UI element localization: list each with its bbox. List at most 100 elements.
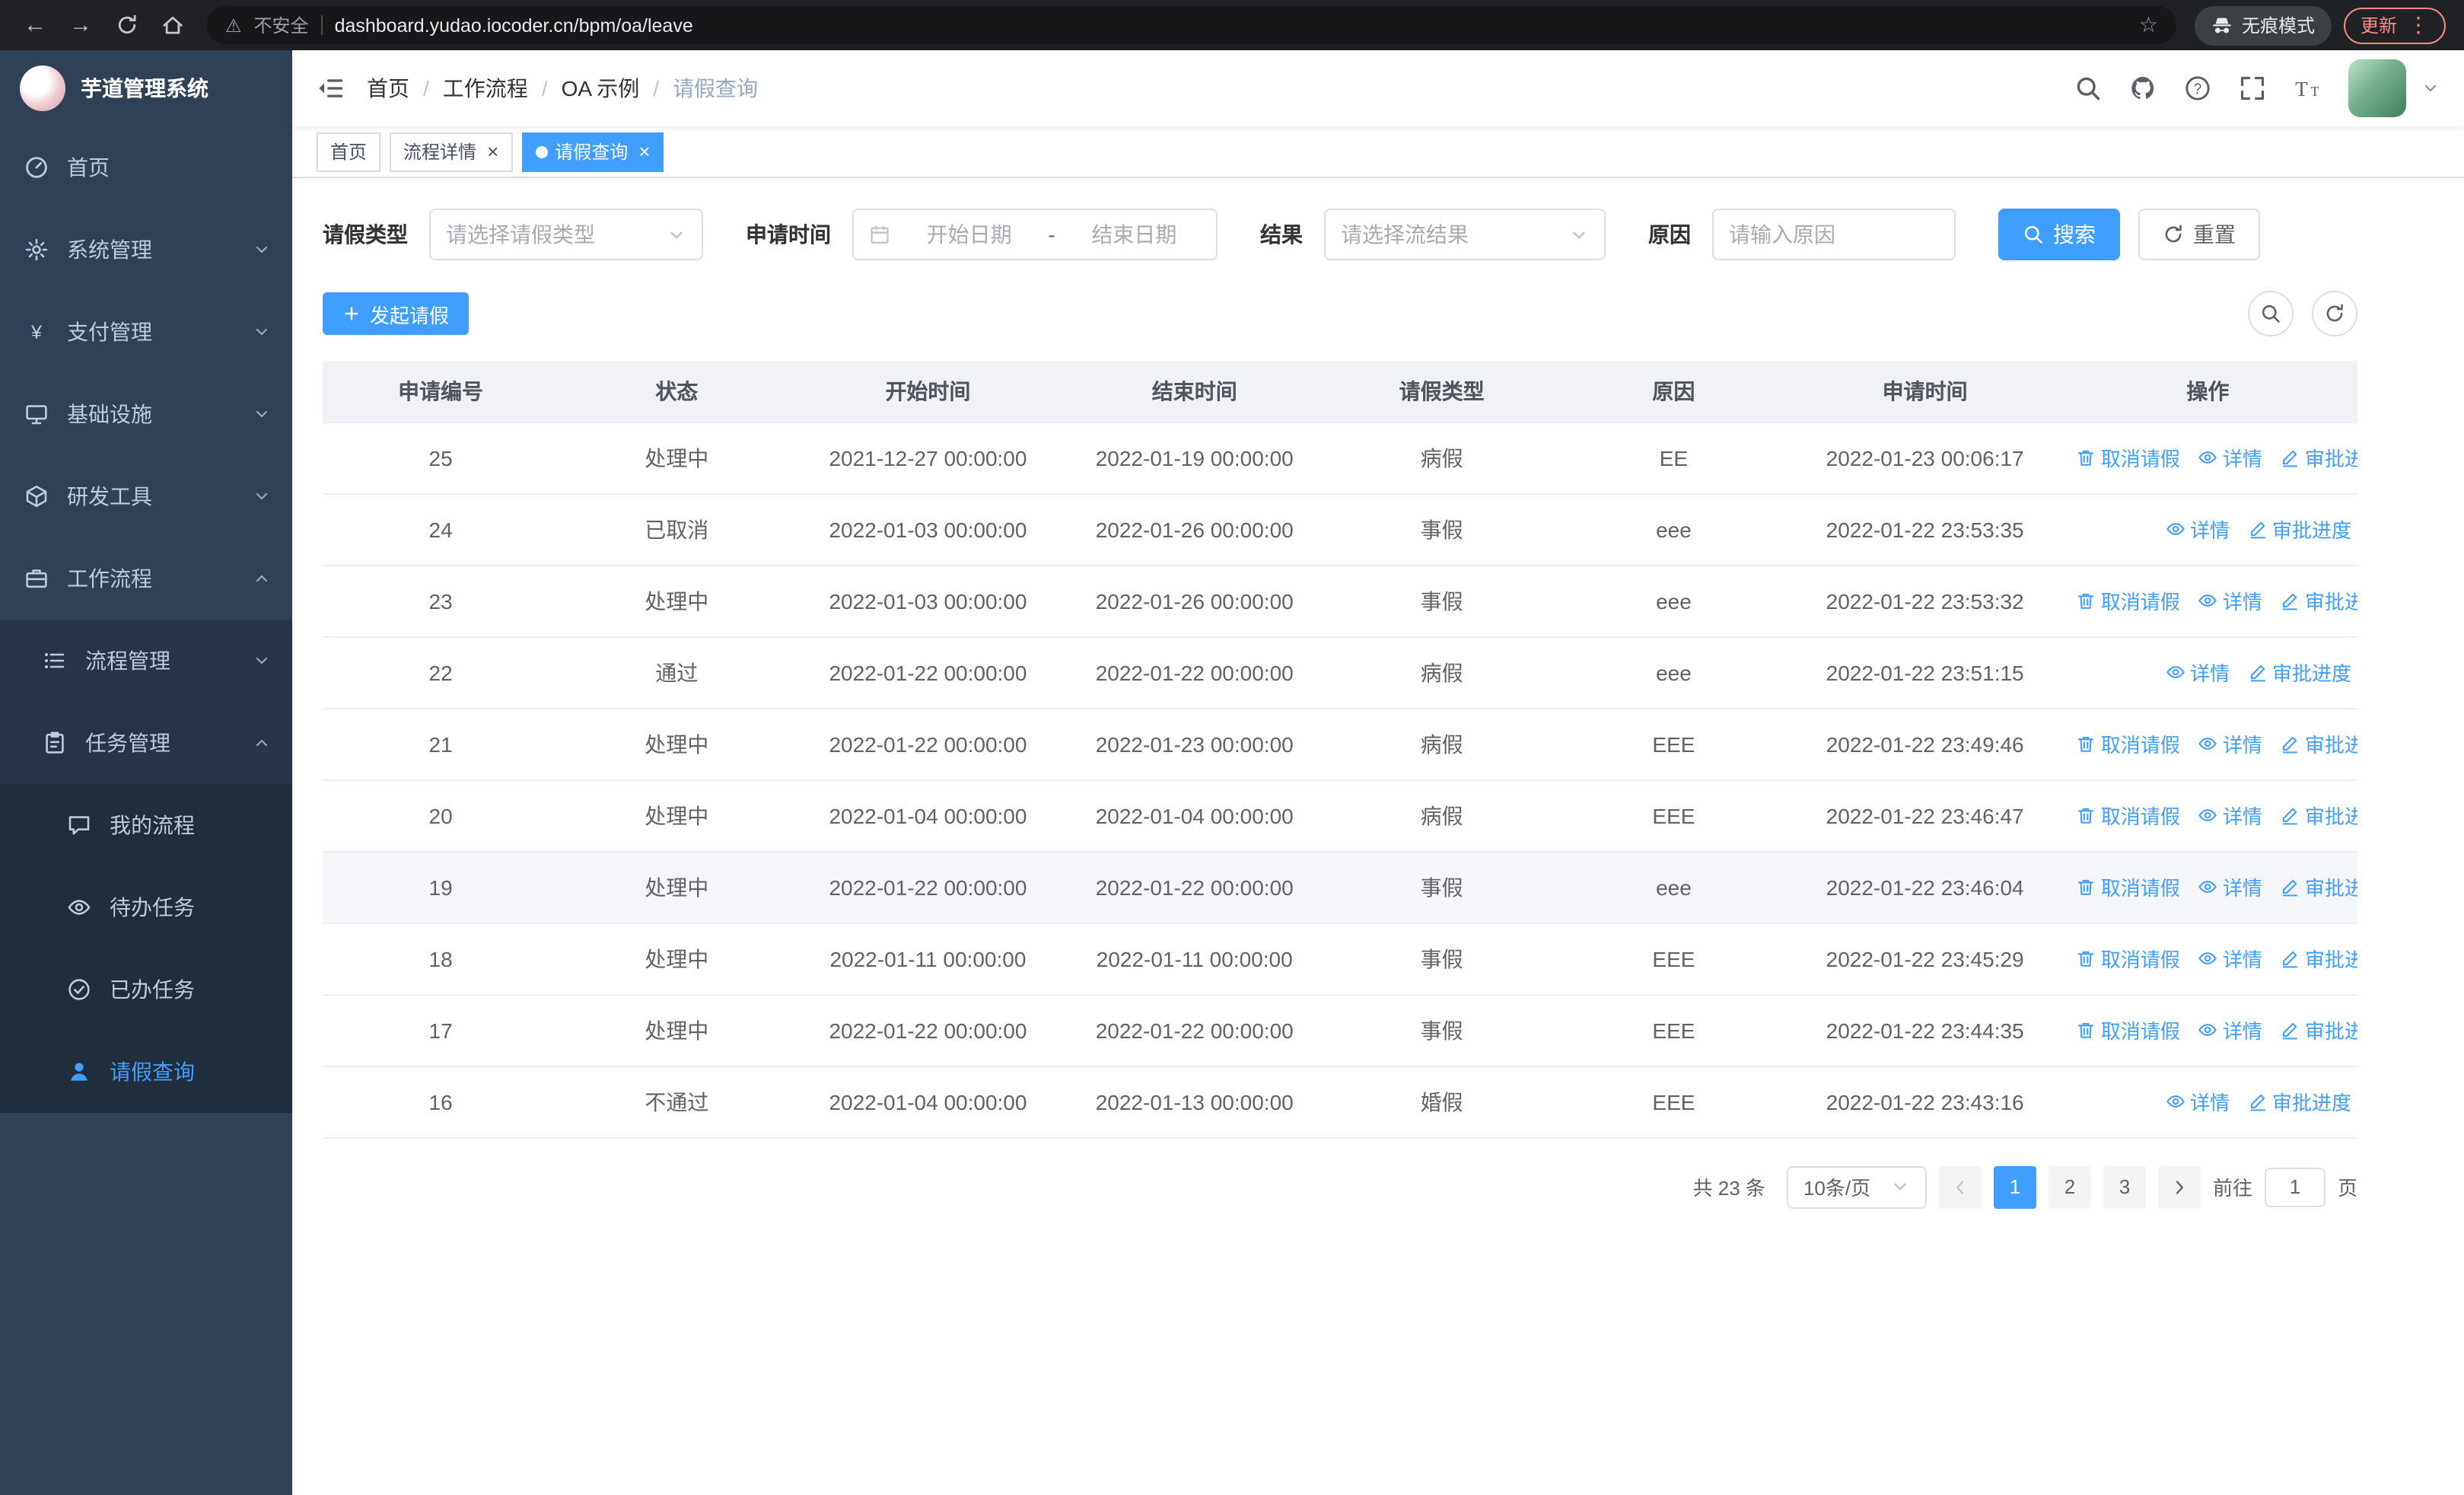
update-chip[interactable]: 更新 ⋮ xyxy=(2343,7,2446,43)
search-button[interactable]: 搜索 xyxy=(1998,209,2120,260)
goto-suffix: 页 xyxy=(2337,1177,2357,1200)
sidebar-item-devtools[interactable]: 研发工具 xyxy=(0,455,292,537)
detail-action-link[interactable]: 详情 xyxy=(2198,872,2262,901)
tag-leave-query[interactable]: 请假查询 × xyxy=(521,132,664,171)
browser-home-icon[interactable] xyxy=(155,12,189,38)
goto-page-input[interactable] xyxy=(2264,1167,2326,1207)
page-button-3[interactable]: 3 xyxy=(2103,1165,2146,1208)
page-size-select[interactable]: 10条/页 xyxy=(1786,1165,1927,1208)
forward-icon[interactable]: → xyxy=(64,12,97,38)
prev-page-button[interactable] xyxy=(1938,1165,1982,1208)
cell-end-time: 2022-01-26 00:00:00 xyxy=(1061,565,1328,637)
create-leave-button[interactable]: 发起请假 xyxy=(323,292,470,335)
sidebar-menu: 首页 系统管理 支付管理 基础设施 研发工具 工作流程 流程管理 任务管理 我的… xyxy=(0,126,292,1113)
next-page-button[interactable] xyxy=(2157,1165,2201,1208)
leave-type-select[interactable]: 请选择请假类型 xyxy=(429,209,703,260)
close-icon[interactable]: × xyxy=(638,142,650,161)
sidebar-item-process-management[interactable]: 流程管理 xyxy=(0,620,292,702)
cell-actions: 取消请假详情审批进度 xyxy=(2058,851,2357,923)
detail-action-link[interactable]: 详情 xyxy=(2198,944,2262,973)
page-button-1[interactable]: 1 xyxy=(1993,1165,2036,1208)
progress-action-link[interactable]: 审批进度 xyxy=(2281,872,2357,901)
app-shell: 芋道管理系统 首页 系统管理 支付管理 基础设施 研发工具 工作流程 流程管理 … xyxy=(0,50,2464,1495)
cancel-action-link[interactable]: 取消请假 xyxy=(2077,729,2180,758)
security-warning-label[interactable]: 不安全 xyxy=(254,12,309,38)
breadcrumb-separator: / xyxy=(423,76,429,100)
sidebar-item-label: 支付管理 xyxy=(67,320,152,344)
refresh-table-button[interactable] xyxy=(2312,291,2357,336)
font-size-icon[interactable] xyxy=(2294,75,2321,102)
sidebar-item-todo-tasks[interactable]: 待办任务 xyxy=(0,866,292,948)
progress-action-link[interactable]: 审批进度 xyxy=(2281,443,2357,472)
col-leave-type: 请假类型 xyxy=(1327,361,1556,422)
sidebar-item-infrastructure[interactable]: 基础设施 xyxy=(0,373,292,455)
cancel-action-link[interactable]: 取消请假 xyxy=(2077,872,2180,901)
tag-home[interactable]: 首页 xyxy=(317,132,381,171)
breadcrumb-item[interactable]: 工作流程 xyxy=(443,73,528,104)
cancel-action-link[interactable]: 取消请假 xyxy=(2077,801,2180,830)
github-icon[interactable] xyxy=(2129,75,2157,102)
help-icon[interactable] xyxy=(2184,75,2211,102)
page-button-2[interactable]: 2 xyxy=(2048,1165,2091,1208)
cancel-action-link[interactable]: 取消请假 xyxy=(2077,1015,2180,1044)
cell-apply-id: 17 xyxy=(323,994,559,1066)
breadcrumb-item[interactable]: 首页 xyxy=(367,73,409,104)
avatar-caret-down-icon[interactable] xyxy=(2421,79,2440,97)
reload-icon[interactable] xyxy=(110,12,143,38)
yen-icon xyxy=(24,320,49,344)
detail-action-link[interactable]: 详情 xyxy=(2198,586,2262,615)
detail-action-link[interactable]: 详情 xyxy=(2198,801,2262,830)
update-label[interactable]: 更新 xyxy=(2361,12,2397,38)
reset-button[interactable]: 重置 xyxy=(2138,209,2260,260)
cancel-action-link[interactable]: 取消请假 xyxy=(2077,443,2180,472)
sidebar-item-task-management[interactable]: 任务管理 xyxy=(0,702,292,784)
progress-action-link[interactable]: 审批进度 xyxy=(2281,944,2357,973)
tag-process-detail[interactable]: 流程详情 × xyxy=(390,132,513,171)
apply-time-range-picker[interactable]: 开始日期 - 结束日期 xyxy=(852,209,1218,260)
sidebar-item-workflow[interactable]: 工作流程 xyxy=(0,537,292,620)
table-toolbar: 发起请假 xyxy=(323,291,2357,336)
sidebar-item-my-processes[interactable]: 我的流程 xyxy=(0,784,292,866)
result-select[interactable]: 请选择流结果 xyxy=(1324,209,1606,260)
detail-action-link[interactable]: 详情 xyxy=(2198,443,2262,472)
sidebar-item-system[interactable]: 系统管理 xyxy=(0,209,292,291)
progress-action-link[interactable]: 审批进度 xyxy=(2248,515,2351,543)
sidebar-item-payment[interactable]: 支付管理 xyxy=(0,291,292,373)
close-icon[interactable]: × xyxy=(487,142,498,161)
detail-action-link[interactable]: 详情 xyxy=(2198,1015,2262,1044)
sidebar-item-label: 流程管理 xyxy=(85,649,170,673)
progress-action-link[interactable]: 审批进度 xyxy=(2281,1015,2357,1044)
progress-action-link[interactable]: 审批进度 xyxy=(2248,658,2351,687)
browser-menu-icon[interactable]: ⋮ xyxy=(2408,12,2429,38)
fullscreen-icon[interactable] xyxy=(2239,75,2266,102)
detail-action-link[interactable]: 详情 xyxy=(2166,1087,2230,1116)
reason-input[interactable] xyxy=(1712,209,1956,260)
cell-actions: 取消请假详情审批进度 xyxy=(2058,565,2357,637)
detail-action-link[interactable]: 详情 xyxy=(2166,515,2230,543)
address-bar[interactable]: ⚠ 不安全 dashboard.yudao.iocoder.cn/bpm/oa/… xyxy=(207,6,2176,44)
toggle-search-button[interactable] xyxy=(2248,291,2294,336)
progress-action-link[interactable]: 审批进度 xyxy=(2248,1087,2351,1116)
search-icon[interactable] xyxy=(2074,75,2102,102)
progress-action-link[interactable]: 审批进度 xyxy=(2281,801,2357,830)
detail-action-link[interactable]: 详情 xyxy=(2198,729,2262,758)
chevron-down-icon xyxy=(253,487,271,505)
app-logo[interactable]: 芋道管理系统 xyxy=(0,50,292,126)
user-avatar[interactable] xyxy=(2348,59,2406,117)
cancel-action-link[interactable]: 取消请假 xyxy=(2077,586,2180,615)
progress-action-link[interactable]: 审批进度 xyxy=(2281,729,2357,758)
cancel-action-link[interactable]: 取消请假 xyxy=(2077,944,2180,973)
breadcrumb-item[interactable]: OA 示例 xyxy=(562,73,640,104)
back-icon[interactable]: ← xyxy=(18,12,52,38)
url-text[interactable]: dashboard.yudao.iocoder.cn/bpm/oa/leave xyxy=(335,14,2127,36)
sidebar-item-done-tasks[interactable]: 已办任务 xyxy=(0,948,292,1031)
start-date-placeholder: 开始日期 xyxy=(926,222,1012,247)
sidebar-collapse-icon[interactable] xyxy=(317,75,344,102)
security-warning-icon[interactable]: ⚠ xyxy=(225,14,242,36)
table-header-row: 申请编号 状态 开始时间 结束时间 请假类型 原因 申请时间 操作 xyxy=(323,361,2357,422)
sidebar-item-home[interactable]: 首页 xyxy=(0,126,292,209)
detail-action-link[interactable]: 详情 xyxy=(2166,658,2230,687)
progress-action-link[interactable]: 审批进度 xyxy=(2281,586,2357,615)
bookmark-star-icon[interactable]: ☆ xyxy=(2139,12,2158,38)
sidebar-item-leave-query[interactable]: 请假查询 xyxy=(0,1031,292,1113)
